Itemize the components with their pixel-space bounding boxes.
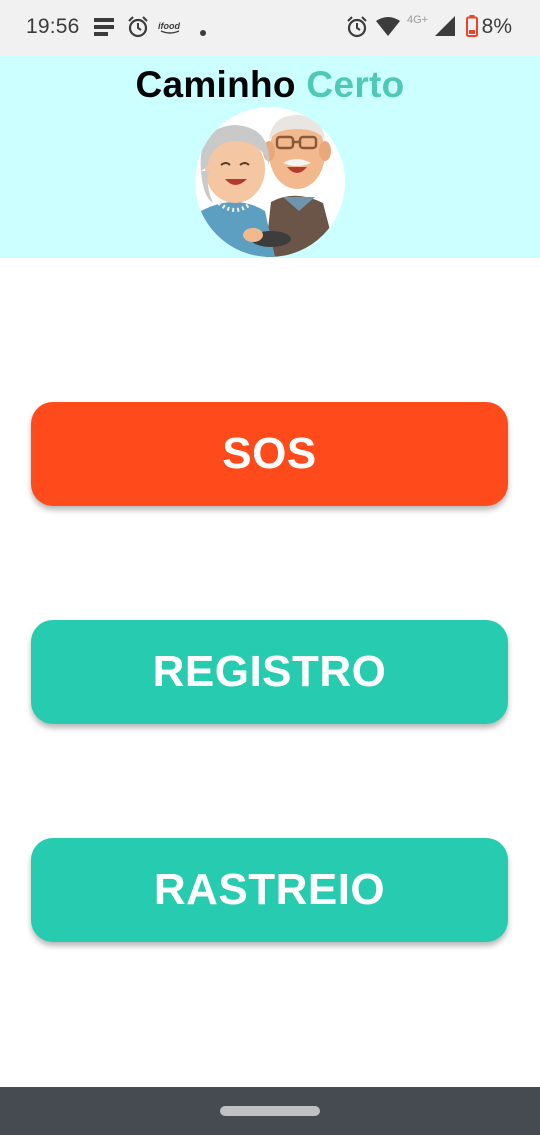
sos-button[interactable]: SOS: [31, 402, 508, 506]
rastreio-button[interactable]: RASTREIO: [31, 838, 508, 942]
network-type-label: 4G+: [407, 14, 429, 26]
system-navigation-bar: [0, 1087, 540, 1135]
battery-low-icon: [466, 15, 478, 42]
alarm-icon: [346, 16, 368, 43]
app-header: Caminho Certo: [0, 56, 540, 258]
clock: 19:56: [26, 15, 80, 38]
app-title-word-1: Caminho: [135, 64, 296, 105]
dot-icon: [199, 24, 207, 42]
alarm-icon: [127, 16, 149, 43]
elderly-couple-illustration: [195, 107, 345, 257]
app-title-word-2: Certo: [306, 64, 405, 105]
registro-button-label: REGISTRO: [152, 647, 387, 696]
notes-icon: [94, 17, 114, 42]
svg-text:ifood: ifood: [158, 21, 180, 31]
sos-button-label: SOS: [222, 429, 317, 478]
rastreio-button-label: RASTREIO: [153, 865, 386, 914]
registro-button[interactable]: REGISTRO: [31, 620, 508, 724]
wifi-icon: [376, 17, 400, 42]
app-title: Caminho Certo: [0, 64, 540, 106]
battery-percent: 8%: [481, 15, 512, 38]
home-gesture-handle[interactable]: [220, 1106, 320, 1116]
status-bar: 19:56 ifood 4G+ 8%: [0, 0, 540, 56]
ifood-icon: ifood: [158, 20, 182, 39]
signal-icon: [435, 16, 455, 41]
